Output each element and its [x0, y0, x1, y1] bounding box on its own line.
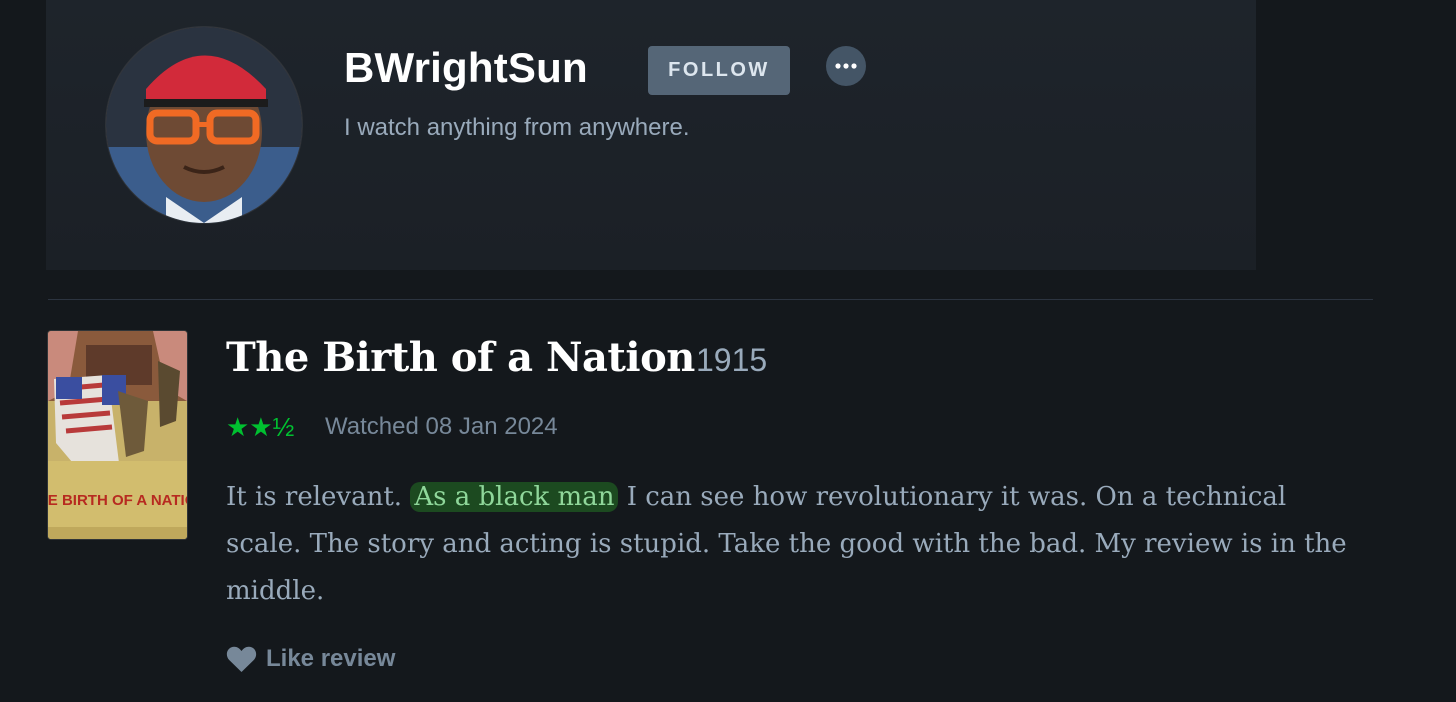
film-year[interactable]: 1915	[696, 338, 767, 382]
like-review-button[interactable]: Like review	[226, 642, 395, 676]
review-text-highlight: As a black man	[410, 482, 619, 512]
follow-button[interactable]: FOLLOW	[648, 46, 790, 95]
watched-date[interactable]: Watched 08 Jan 2024	[325, 410, 558, 444]
film-poster[interactable]: THE BIRTH OF A NATION	[48, 331, 187, 539]
profile-review-page: BWrightSun FOLLOW I watch anything from …	[0, 0, 1456, 702]
review-body: It is relevant. As a black man I can see…	[226, 474, 1356, 615]
avatar[interactable]	[106, 27, 302, 223]
star-rating: ★★½	[226, 412, 295, 442]
section-divider	[48, 299, 1373, 300]
more-options-button[interactable]	[826, 46, 866, 86]
film-title[interactable]: The Birth of a Nation	[226, 330, 695, 386]
profile-header: BWrightSun FOLLOW I watch anything from …	[46, 0, 1256, 270]
heart-icon	[226, 646, 257, 672]
profile-bio: I watch anything from anywhere.	[344, 114, 690, 141]
username: BWrightSun	[344, 44, 588, 91]
like-review-label: Like review	[266, 645, 396, 672]
poster-title-text: THE BIRTH OF A NATION	[48, 492, 187, 509]
review-text-start: It is relevant.	[226, 482, 411, 512]
more-options-icon	[835, 63, 857, 69]
